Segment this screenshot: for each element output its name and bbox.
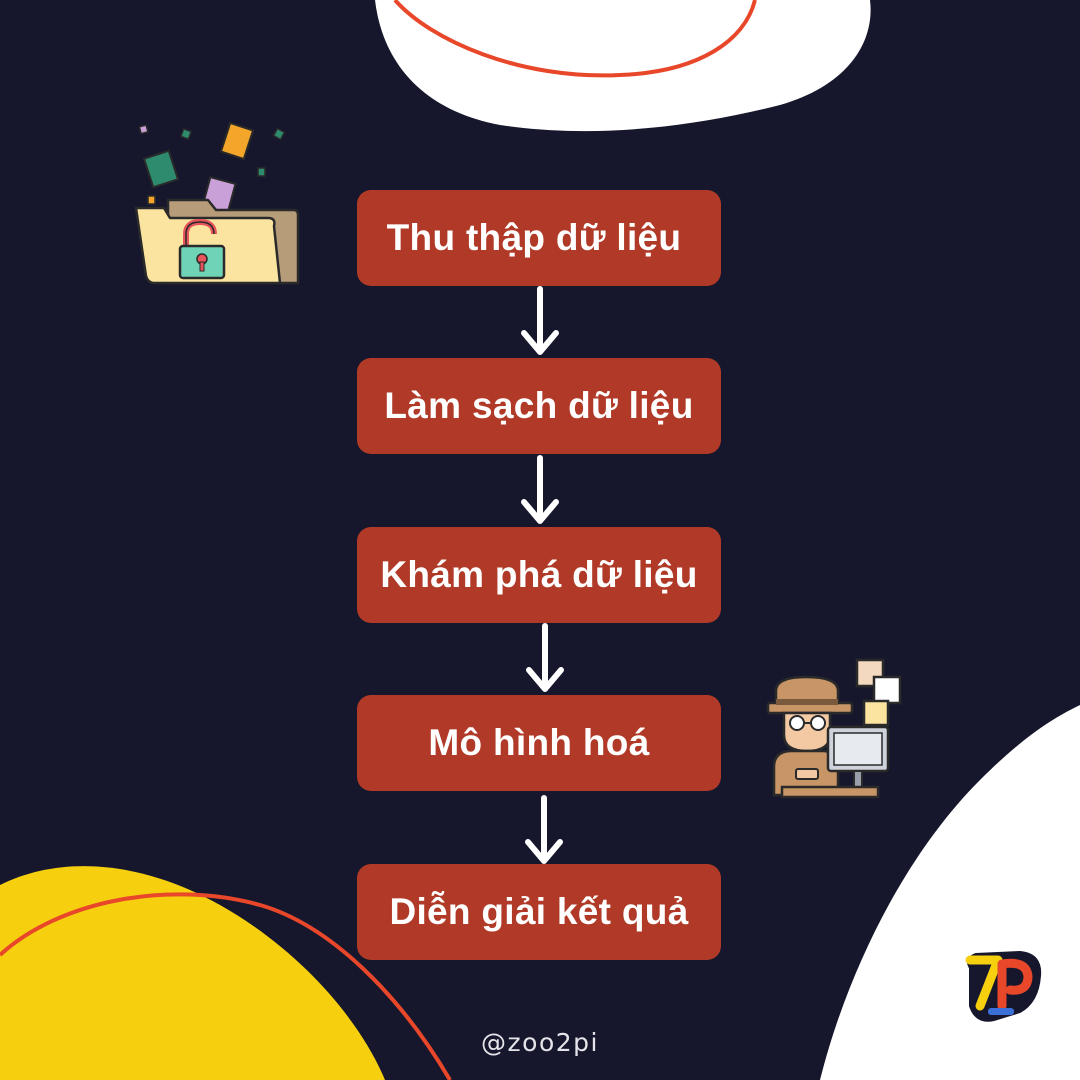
step-interpret-results: Diễn giải kết quả (357, 864, 721, 960)
step-label: Làm sạch dữ liệu (384, 385, 694, 426)
logo-text: 7P (958, 946, 960, 947)
social-handle[interactable]: @zoo2pi (0, 1028, 1080, 1057)
top-white-blob (375, 0, 871, 132)
down-arrow-icon (525, 795, 563, 864)
step-label: Khám phá dữ liệu (380, 554, 698, 595)
unlocked-folder-icon (134, 121, 300, 285)
step-explore-data: Khám phá dữ liệu (357, 527, 721, 623)
step-label: Diễn giải kết quả (389, 891, 689, 932)
step-label: Mô hình hoá (428, 722, 650, 763)
step-collect-data: Thu thập dữ liệu (357, 190, 721, 286)
down-arrow-icon (521, 455, 559, 524)
down-arrow-icon (526, 623, 564, 692)
zoo2pi-logo: 7P (958, 946, 1042, 1022)
down-arrow-icon (521, 286, 559, 355)
step-modeling: Mô hình hoá (357, 695, 721, 791)
detective-at-computer-icon (766, 658, 902, 799)
step-clean-data: Làm sạch dữ liệu (357, 358, 721, 454)
step-label: Thu thập dữ liệu (386, 217, 682, 258)
